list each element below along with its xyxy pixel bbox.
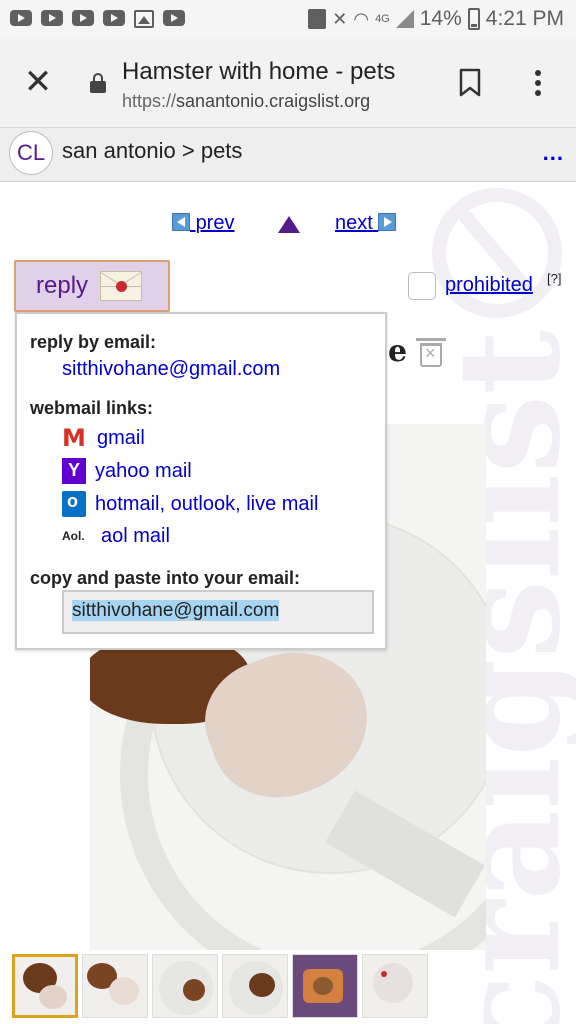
yahoo-icon: Y [62, 458, 86, 484]
breadcrumb[interactable]: san antonio > pets [62, 138, 242, 164]
data-saver-icon [308, 9, 327, 29]
copy-email-field[interactable]: sitthivohane@gmail.com [62, 590, 374, 634]
network-type: 4G [375, 13, 390, 25]
reply-email-link[interactable]: sitthivohane@gmail.com [62, 358, 280, 381]
youtube-icon [163, 10, 185, 26]
prev-label: prev [195, 212, 235, 234]
reply-by-email-heading: reply by email: [30, 332, 157, 352]
thumbnail-5[interactable] [292, 954, 358, 1018]
bookmark-icon[interactable] [458, 68, 482, 98]
next-label: next [335, 212, 373, 234]
youtube-icon [10, 10, 32, 26]
posting-title: e [388, 334, 408, 369]
copy-email-text: sitthivohane@gmail.com [72, 600, 280, 621]
webmail-heading: webmail links: [30, 398, 154, 418]
thumbnail-6[interactable] [362, 954, 428, 1018]
prohibited-checkbox[interactable] [408, 272, 436, 300]
gmail-icon [62, 424, 88, 452]
browser-toolbar: ✕ Hamster with home - pets https://sanan… [0, 38, 576, 128]
aol-icon: Aol. [62, 529, 85, 543]
craigslist-logo[interactable]: CL [9, 131, 53, 175]
youtube-icon [72, 10, 94, 26]
close-icon[interactable]: ✕ [22, 65, 54, 99]
outlook-label: hotmail, outlook, live mail [95, 492, 319, 515]
battery-percent: 14% [419, 7, 462, 30]
yahoo-label: yahoo mail [95, 459, 192, 482]
mute-icon: ✕ [332, 8, 348, 29]
signal-icon [395, 10, 414, 28]
reply-button[interactable]: reply [14, 260, 170, 312]
peace-logo-watermark [432, 188, 562, 318]
thumbnail-strip [12, 954, 428, 1018]
help-note[interactable]: [?] [547, 271, 561, 286]
aol-label: aol mail [101, 524, 170, 547]
reply-label: reply [36, 272, 89, 299]
youtube-icon [41, 10, 63, 26]
lock-icon[interactable] [90, 73, 106, 93]
reply-popup: reply by email: sitthivohane@gmail.com w… [15, 312, 387, 650]
gallery-icon [134, 10, 154, 28]
thumbnail-1[interactable] [12, 954, 78, 1018]
notification-icons [10, 10, 185, 28]
thumbnail-3[interactable] [152, 954, 218, 1018]
hide-trash-icon[interactable] [416, 338, 446, 367]
thumbnail-2[interactable] [82, 954, 148, 1018]
craigslist-header: CL san antonio > pets ... [0, 128, 576, 182]
gmail-link[interactable]: gmail [62, 424, 145, 452]
menu-dots-icon[interactable]: ... [543, 140, 564, 166]
aol-link[interactable]: Aol. aol mail [62, 524, 170, 548]
url-bar[interactable]: https://sanantonio.craigslist.org [122, 91, 370, 112]
page-title: Hamster with home - pets [122, 58, 396, 85]
url-host: sanantonio.craigslist.org [176, 91, 371, 111]
overflow-menu-icon[interactable] [528, 68, 548, 98]
thumbnail-4[interactable] [222, 954, 288, 1018]
arrow-left-icon [172, 213, 190, 231]
status-bar: ✕ ◠ 4G 14% 4:21 PM [0, 0, 576, 38]
url-scheme: https:// [122, 91, 177, 111]
up-arrow-icon[interactable] [278, 216, 300, 233]
outlook-icon [62, 491, 86, 517]
envelope-icon [100, 271, 143, 301]
prev-link[interactable]: prev [172, 212, 234, 235]
gmail-label: gmail [97, 426, 145, 449]
copy-heading: copy and paste into your email: [30, 568, 301, 588]
yahoo-link[interactable]: Y yahoo mail [62, 458, 192, 484]
youtube-icon [103, 10, 125, 26]
next-link[interactable]: next [335, 212, 397, 235]
arrow-right-icon [378, 213, 397, 231]
wifi-icon: ◠ [353, 8, 370, 29]
battery-icon [467, 8, 480, 30]
clock: 4:21 PM [485, 7, 564, 30]
outlook-link[interactable]: hotmail, outlook, live mail [62, 491, 318, 517]
prohibited-link[interactable]: prohibited [445, 274, 533, 297]
